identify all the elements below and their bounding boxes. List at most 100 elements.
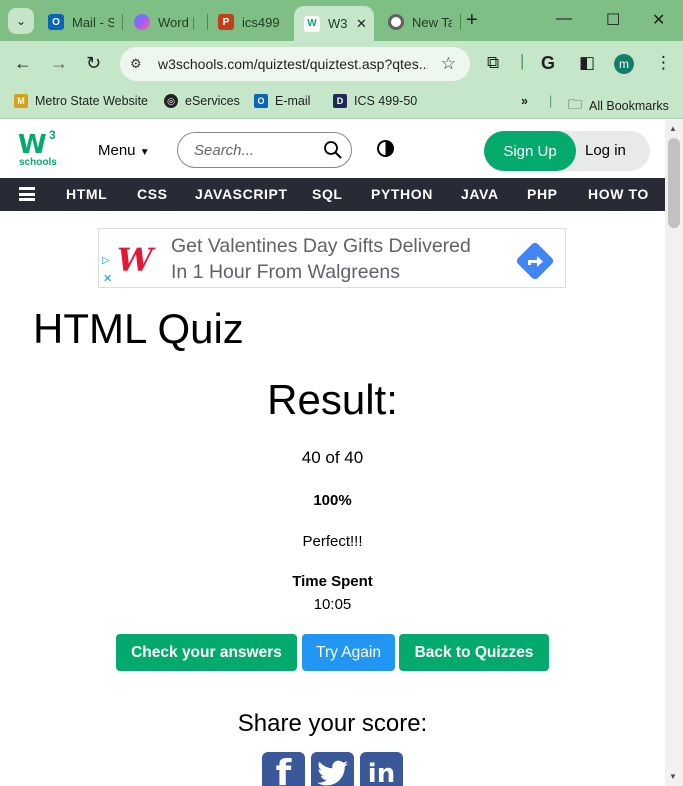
tab-w3schools-active[interactable]: W W3 ✕ <box>294 6 374 41</box>
forward-button[interactable]: → <box>50 53 68 73</box>
kebab-menu-icon[interactable]: ⋮ <box>655 53 672 73</box>
tab-mail[interactable]: O Mail - S <box>48 7 114 37</box>
close-window-button[interactable]: ✕ <box>652 10 665 30</box>
bookmark-email[interactable]: O E-mail <box>254 94 310 108</box>
address-bar[interactable]: ⚙ w3schools.com/quiztest/quiztest.asp?qt… <box>120 47 470 81</box>
ad-text: Get Valentines Day Gifts Delivered In 1 … <box>171 233 471 285</box>
plus-icon: + <box>466 9 478 31</box>
tab-strip: ⌄ O Mail - S Word | P ics499. W W3 ✕ New… <box>0 0 683 41</box>
nav-sql[interactable]: SQL <box>312 186 343 202</box>
logo-w: W <box>18 130 47 160</box>
auth-group: Sign Up Log in <box>484 131 650 171</box>
twitter-icon <box>316 760 348 785</box>
scroll-down-icon[interactable]: ▼ <box>669 772 677 781</box>
score-percent: 100% <box>313 492 352 509</box>
adchoices-icon[interactable]: ▷ <box>102 255 110 266</box>
menu-button[interactable]: Menu ▼ <box>98 142 150 159</box>
facebook-share-button[interactable]: f <box>262 752 305 786</box>
toolbar-divider: | <box>520 51 525 70</box>
arrow-right-icon: → <box>50 53 68 73</box>
signup-button[interactable]: Sign Up <box>484 131 576 171</box>
nav-css[interactable]: CSS <box>137 186 168 202</box>
tab-separator <box>207 14 208 30</box>
time-spent-label: Time Spent <box>292 573 373 590</box>
check-answers-button[interactable]: Check your answers <box>116 634 297 671</box>
url-text[interactable]: w3schools.com/quiztest/quiztest.asp?qtes… <box>158 56 428 72</box>
ad-line-2: In 1 Hour From Walgreens <box>171 261 401 283</box>
tab-separator <box>122 14 123 30</box>
tab-search-button[interactable]: ⌄ <box>8 8 34 34</box>
bookmark-eservices[interactable]: ◎ eServices <box>164 94 240 108</box>
avatar[interactable]: m <box>614 54 634 74</box>
new-tab-button[interactable]: + <box>466 10 478 30</box>
d2l-icon: D <box>333 94 347 108</box>
nav-how-to[interactable]: HOW TO <box>588 186 649 202</box>
metro-icon: M <box>14 94 28 108</box>
dark-mode-toggle-icon[interactable] <box>377 140 394 157</box>
nav-python[interactable]: PYTHON <box>371 186 433 202</box>
bookmark-metro-state[interactable]: M Metro State Website <box>14 94 148 108</box>
close-ad-icon[interactable]: ✕ <box>103 272 112 285</box>
tab-label: Word | <box>158 14 194 30</box>
page-scrollbar[interactable]: ▲ ▼ <box>665 120 683 786</box>
scroll-thumb[interactable] <box>668 138 680 228</box>
hamburger-menu-icon[interactable] <box>19 187 35 201</box>
back-button[interactable]: ← <box>14 53 32 73</box>
tab-separator <box>460 14 461 30</box>
tab-ics499[interactable]: P ics499. <box>218 7 280 37</box>
bookmark-ics499[interactable]: D ICS 499-50 <box>333 94 417 108</box>
tab-new-tab[interactable]: New Ta <box>388 7 452 37</box>
ad-line-1: Get Valentines Day Gifts Delivered <box>171 235 471 257</box>
reload-icon: ↻ <box>86 53 102 73</box>
facebook-icon: f <box>275 753 292 786</box>
login-button[interactable]: Log in <box>585 142 626 159</box>
google-icon[interactable]: G <box>541 53 555 74</box>
bookmark-label: ICS 499-50 <box>354 94 418 108</box>
search-icon[interactable] <box>323 140 343 160</box>
walgreens-logo: W <box>117 241 153 279</box>
avatar-initial: m <box>619 57 629 71</box>
scroll-up-icon[interactable]: ▲ <box>669 124 677 133</box>
result-heading: Result: <box>267 376 398 423</box>
search-input[interactable]: Search... <box>177 132 352 168</box>
logo-schools: schools <box>19 157 57 168</box>
twitter-share-button[interactable] <box>311 752 354 786</box>
page-title: HTML Quiz <box>33 305 244 352</box>
tab-word[interactable]: Word | <box>134 7 194 37</box>
w3schools-icon: W <box>304 15 320 32</box>
nav-javascript[interactable]: JAVASCRIPT <box>195 186 288 202</box>
time-spent-value: 10:05 <box>313 596 352 613</box>
maximize-button[interactable]: ☐ <box>606 10 620 30</box>
double-chevron-icon: » <box>521 94 528 108</box>
result-message: Perfect!!! <box>302 533 363 550</box>
extensions-icon[interactable]: ⧉ <box>487 53 499 73</box>
site-settings-icon[interactable]: ⚙ <box>130 56 150 72</box>
nav-java[interactable]: JAVA <box>461 186 499 202</box>
back-to-quizzes-button[interactable]: Back to Quizzes <box>399 634 549 671</box>
more-bookmarks-button[interactable]: » <box>521 94 528 108</box>
advertisement-banner[interactable]: ▷ ✕ W Get Valentines Day Gifts Delivered… <box>98 228 566 288</box>
directions-arrow-icon[interactable] <box>515 241 555 281</box>
all-bookmarks-button[interactable]: 🗀 All Bookmarks <box>568 94 669 118</box>
folder-icon: 🗀 <box>568 96 582 112</box>
linkedin-share-button[interactable]: in <box>360 752 403 786</box>
tab-label: W3 <box>328 16 348 31</box>
side-panel-icon[interactable]: ◧ <box>579 53 595 73</box>
nav-html[interactable]: HTML <box>66 186 107 202</box>
w3schools-logo[interactable]: W 3 schools <box>18 128 60 170</box>
bookmark-label: All Bookmarks <box>589 99 669 113</box>
arrow-left-icon: ← <box>14 53 32 73</box>
minimize-button[interactable]: — <box>556 10 572 28</box>
logo-three: 3 <box>49 128 56 142</box>
close-icon[interactable]: ✕ <box>356 16 367 32</box>
tab-label: ics499. <box>242 14 280 30</box>
outlook-icon: O <box>48 14 64 30</box>
bookmarks-divider: | <box>549 94 553 108</box>
bookmark-label: eServices <box>185 94 240 108</box>
copilot-icon <box>134 14 150 30</box>
try-again-label: Try Again <box>316 643 381 661</box>
nav-php[interactable]: PHP <box>527 186 558 202</box>
try-again-button[interactable]: Try Again <box>302 634 395 671</box>
reload-button[interactable]: ↻ <box>86 53 101 73</box>
bookmark-star-icon[interactable]: ☆ <box>441 54 456 74</box>
